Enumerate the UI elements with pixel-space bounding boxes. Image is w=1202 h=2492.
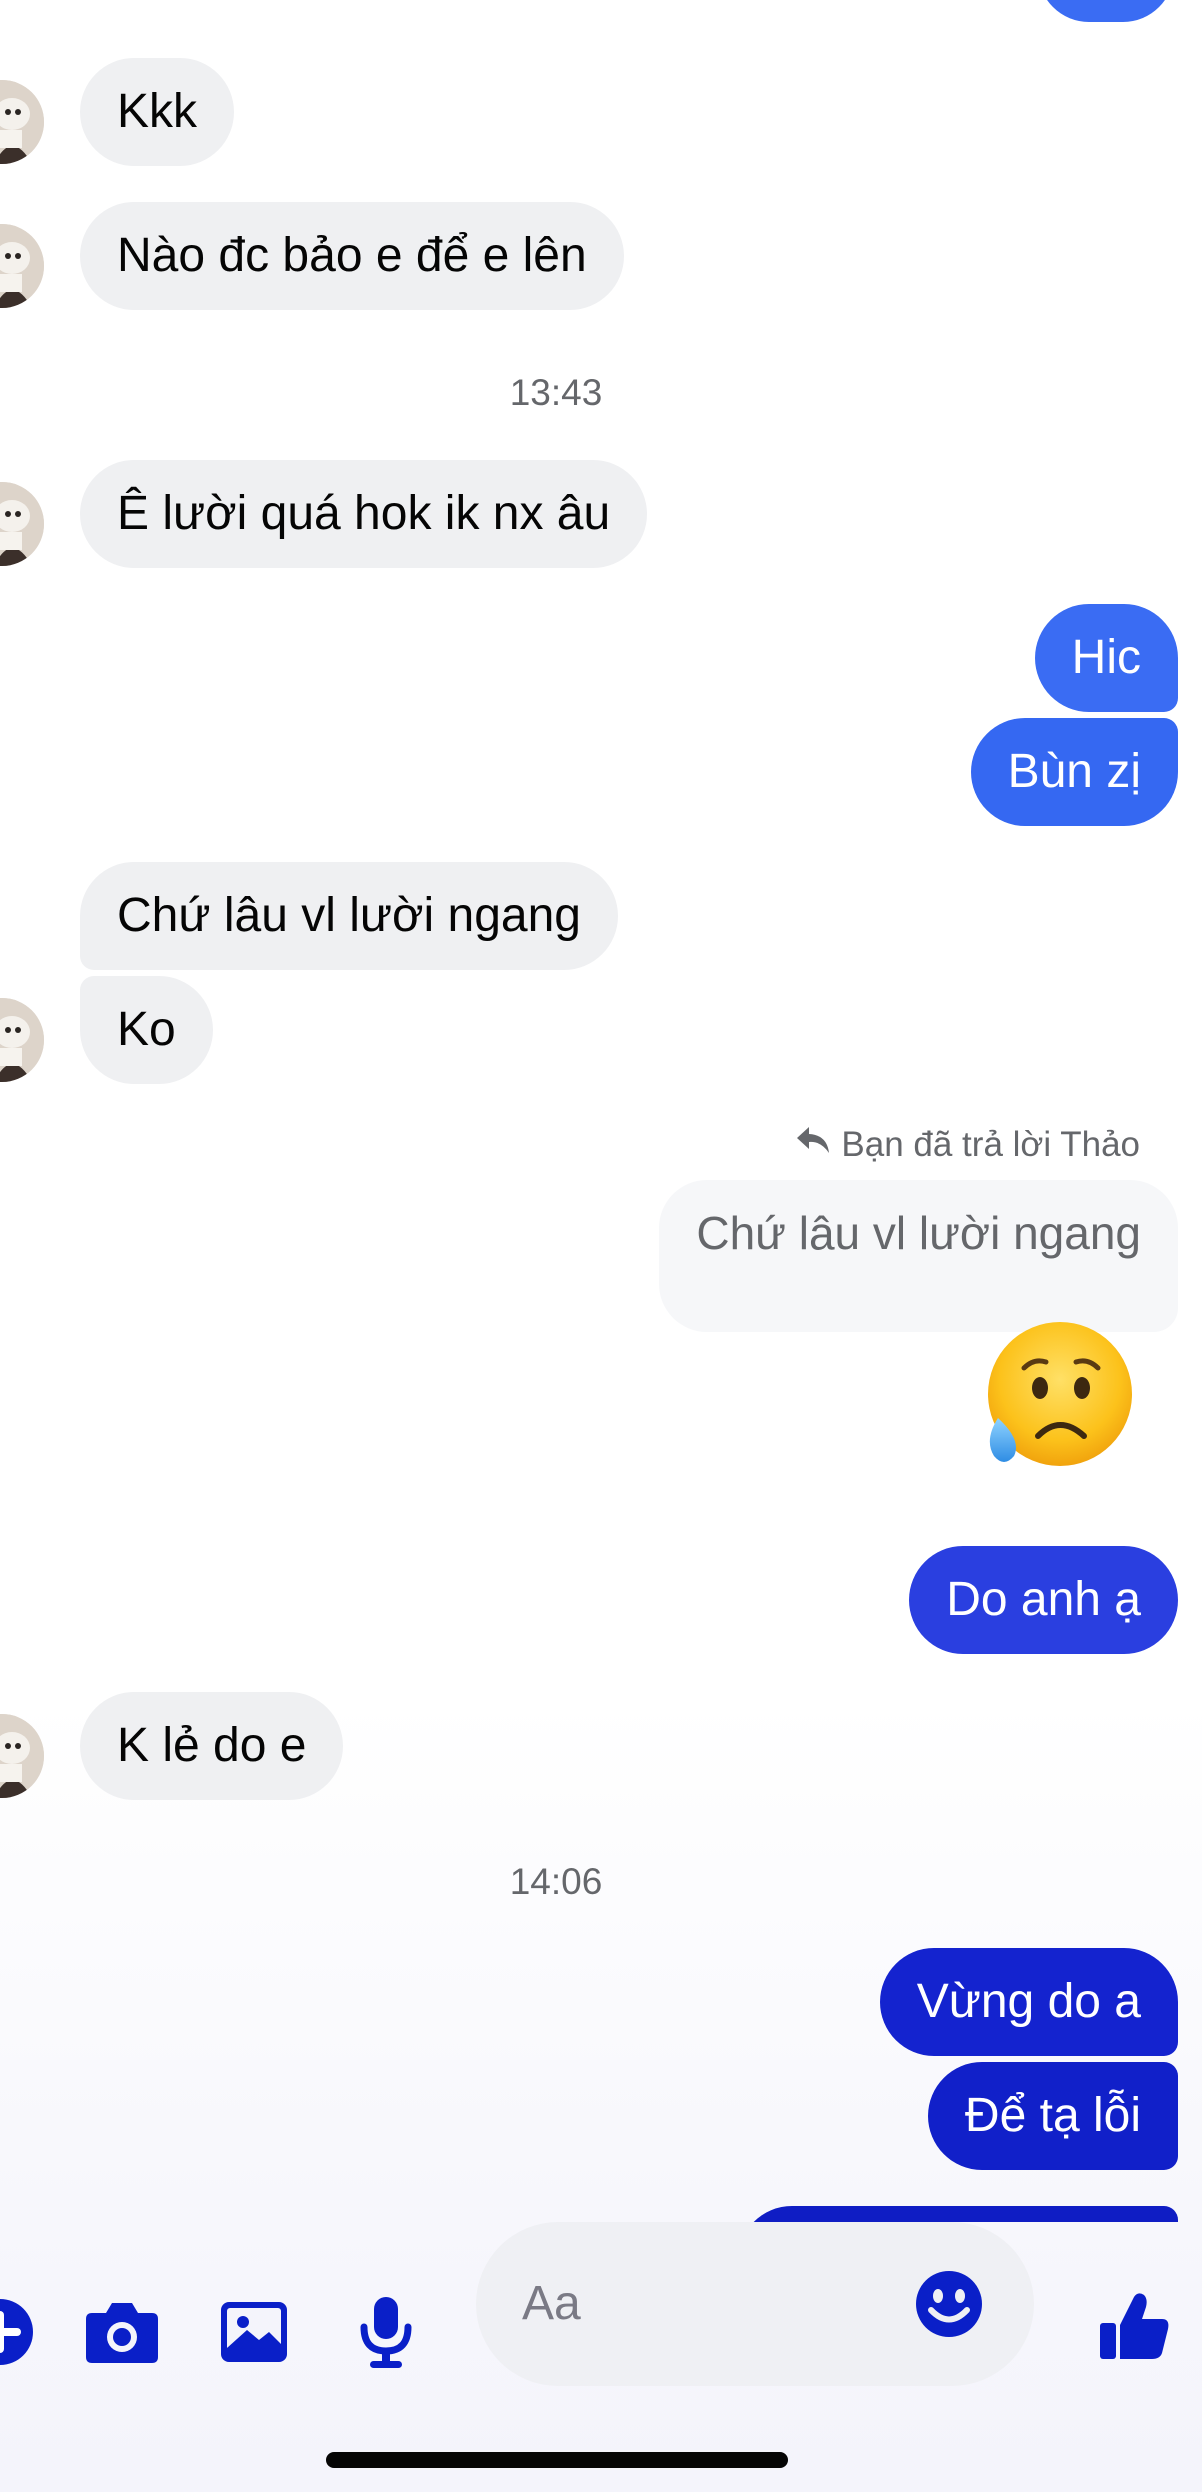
message-bubble-outgoing[interactable]: Hic: [1034, 604, 1178, 712]
contact-avatar[interactable]: [0, 224, 44, 308]
reply-indicator: Bạn đã trả lời Thảo: [795, 1122, 1140, 1168]
reply-label: Bạn đã trả lời Thảo: [841, 1125, 1140, 1164]
microphone-icon[interactable]: [346, 2292, 426, 2372]
timestamp: 13:43: [509, 372, 603, 413]
message-bubble-outgoing[interactable]: Bùn zị: [970, 718, 1178, 826]
contact-avatar[interactable]: [0, 482, 44, 566]
message-bubble-incoming[interactable]: Kkk: [80, 58, 235, 166]
message-bubble-incoming[interactable]: Chứ lâu vl lười ngang: [80, 862, 618, 970]
emoji-icon[interactable]: [914, 2269, 984, 2339]
thumbs-up-icon[interactable]: [1085, 2276, 1185, 2376]
quoted-message[interactable]: Chứ lâu vl lười ngang: [659, 1180, 1178, 1332]
message-input-placeholder: Aa: [522, 2277, 581, 2330]
message-bubble-outgoing[interactable]: Vừng do a: [879, 1948, 1178, 2056]
sad-but-relieved-face-icon[interactable]: [980, 1318, 1134, 1472]
message-bubble-outgoing-partial[interactable]: [1038, 0, 1174, 22]
plus-icon[interactable]: [0, 2292, 40, 2372]
message-bubble-outgoing[interactable]: Để tạ lỗi: [927, 2062, 1178, 2170]
message-bubble-outgoing[interactable]: Do anh ạ: [909, 1546, 1178, 1654]
image-icon[interactable]: [214, 2292, 294, 2372]
contact-avatar[interactable]: [0, 1714, 44, 1798]
message-bubble-incoming[interactable]: Nào đc bảo e để e lên: [80, 202, 624, 310]
contact-avatar[interactable]: [0, 80, 44, 164]
message-bubble-incoming[interactable]: Ê lười quá hok ik nx âu: [80, 460, 648, 568]
message-bubble-incoming[interactable]: Ko: [80, 976, 213, 1084]
message-input[interactable]: Aa: [476, 2222, 1034, 2386]
contact-avatar[interactable]: [0, 998, 44, 1082]
message-bubble-incoming[interactable]: K lẻ do e: [80, 1692, 344, 1800]
timestamp: 14:06: [509, 1861, 603, 1902]
reply-arrow-icon: [795, 1121, 831, 1167]
home-indicator[interactable]: [326, 2452, 788, 2468]
camera-icon[interactable]: [82, 2292, 162, 2372]
chat-screen: Kkk Nào đc bảo e để e lên 13:43 Ê lười q…: [0, 0, 1202, 2492]
